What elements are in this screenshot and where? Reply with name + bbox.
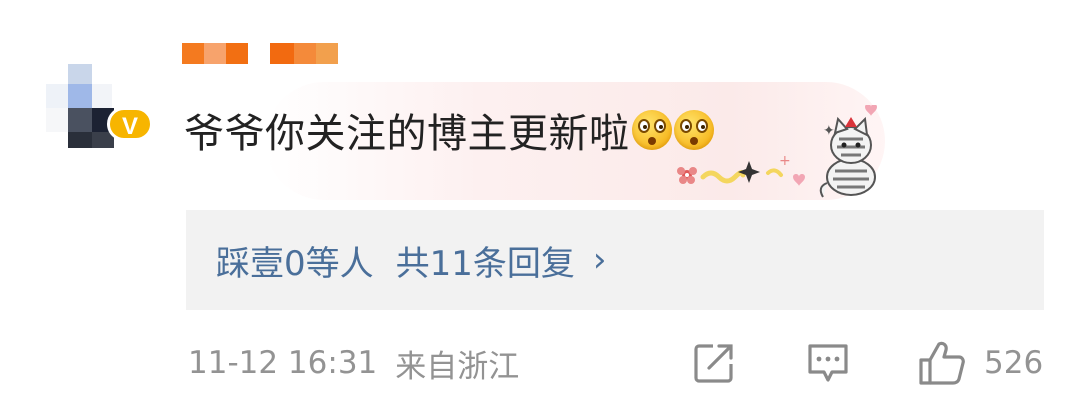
comment-button[interactable] bbox=[806, 338, 850, 388]
comment-text: 爷爷你关注的博主更新啦 bbox=[184, 111, 630, 157]
like-count: 526 bbox=[984, 345, 1044, 381]
comment-meta: 11-12 16:31 来自浙江 bbox=[188, 338, 519, 388]
share-button[interactable] bbox=[693, 338, 735, 388]
reply-count-link[interactable]: 共11条回复 bbox=[396, 236, 575, 285]
share-icon bbox=[694, 344, 733, 383]
comment-content[interactable]: 爷爷你关注的博主更新啦 bbox=[184, 100, 714, 160]
like-button[interactable]: 526 bbox=[918, 338, 1043, 388]
replies-summary[interactable]: 踩壹0等人 共11条回复 › bbox=[186, 210, 1044, 310]
nickname-mosaic-part bbox=[270, 43, 338, 64]
comment-location: 来自浙江 bbox=[395, 348, 520, 385]
comment-icon bbox=[808, 344, 848, 382]
flushed-face-icon bbox=[631, 110, 672, 150]
verified-badge: V bbox=[107, 107, 153, 141]
like-icon bbox=[919, 341, 965, 385]
svg-text:+: + bbox=[779, 153, 791, 169]
nickname-mosaic[interactable] bbox=[182, 43, 338, 64]
comment-time: 11-12 16:31 bbox=[188, 345, 378, 381]
cat-sticker-icon: + ✦ ◦ bbox=[677, 105, 877, 198]
chevron-right-icon: › bbox=[592, 240, 607, 280]
nickname-mosaic-part bbox=[182, 43, 248, 64]
flower-icon bbox=[677, 167, 697, 184]
reply-users: 踩壹0等人 bbox=[216, 243, 374, 284]
